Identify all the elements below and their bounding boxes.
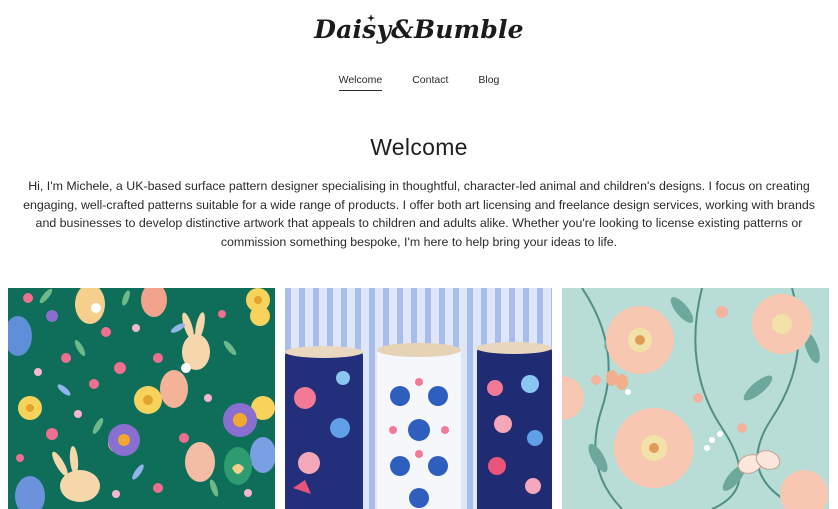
logo-text: Daisy&Bumble bbox=[314, 14, 524, 44]
page-title: Welcome bbox=[370, 134, 468, 160]
gallery-image-floral-pattern[interactable] bbox=[562, 288, 829, 509]
nav-link-contact[interactable]: Contact bbox=[412, 74, 448, 90]
page: Daisy&Bumble Welcome Contact Blog Welcom… bbox=[0, 0, 838, 509]
intro-paragraph: Hi, I'm Michele, a UK-based surface patt… bbox=[23, 179, 815, 249]
site-logo[interactable]: Daisy&Bumble bbox=[314, 8, 524, 50]
gallery-image-easter-pattern[interactable] bbox=[8, 288, 275, 509]
nav-link-welcome[interactable]: Welcome bbox=[338, 74, 382, 91]
pattern-gallery bbox=[8, 288, 830, 509]
gallery-image-fabric-rolls[interactable] bbox=[285, 288, 552, 509]
main-nav: Welcome Contact Blog bbox=[0, 74, 838, 91]
nav-link-blog[interactable]: Blog bbox=[478, 74, 499, 90]
star-icon bbox=[367, 14, 375, 22]
